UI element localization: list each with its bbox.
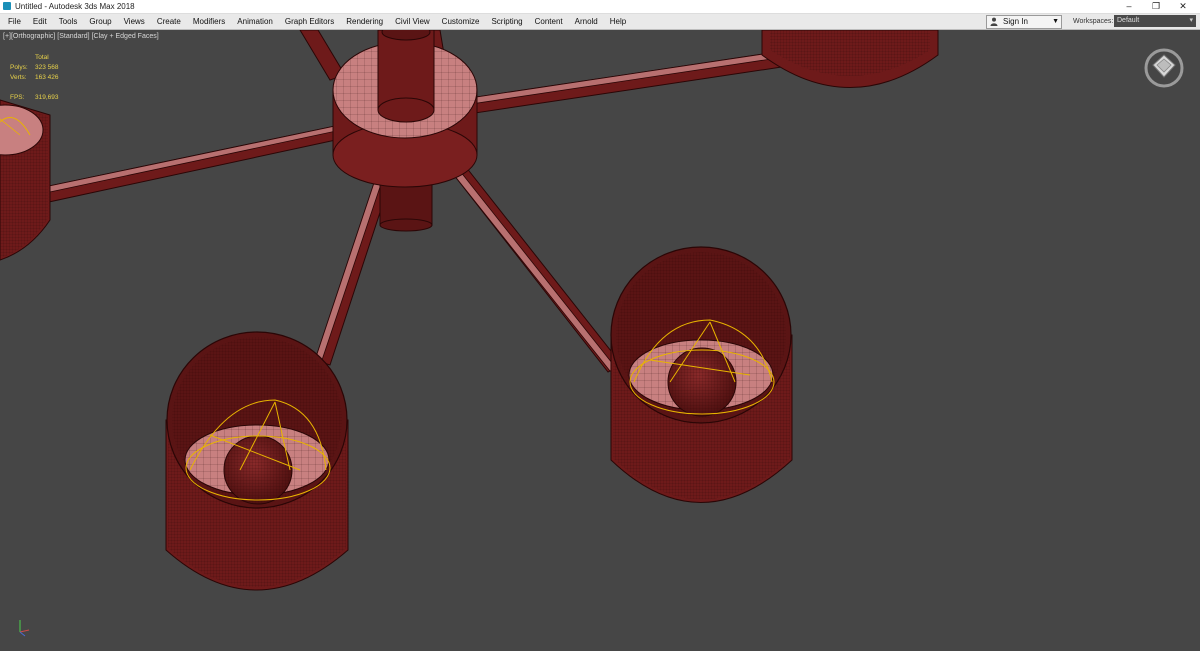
menu-item-file[interactable]: File	[2, 14, 27, 29]
menu-item-content[interactable]: Content	[529, 14, 569, 29]
lamp-shade-top-right[interactable]	[761, 30, 939, 88]
lamp-shade-bottom-right[interactable]	[610, 246, 793, 503]
menu-item-graph-editors[interactable]: Graph Editors	[279, 14, 340, 29]
stats-verts-value: 163 426	[35, 74, 59, 81]
axis-tripod-icon	[19, 620, 30, 637]
menu-item-modifiers[interactable]: Modifiers	[187, 14, 231, 29]
minimize-button[interactable]: –	[1116, 0, 1142, 13]
sign-in-label: Sign In	[1003, 17, 1028, 26]
menu-bar: File Edit Tools Group Views Create Modifiers An…	[0, 14, 1200, 30]
menu-item-customize[interactable]: Customize	[436, 14, 486, 29]
stats-verts-label: Verts:	[10, 74, 27, 81]
menu-item-scripting[interactable]: Scripting	[485, 14, 528, 29]
stats-fps-label: FPS:	[10, 94, 25, 101]
stats-polys-label: Polys:	[10, 64, 28, 71]
chandelier-hub[interactable]	[332, 30, 478, 232]
stats-fps-value: 319,693	[35, 94, 59, 101]
menu-item-arnold[interactable]: Arnold	[569, 14, 604, 29]
viewport-point-of-view[interactable]: [Orthographic]	[11, 33, 55, 40]
stats-polys-value: 323 568	[35, 64, 59, 71]
main-menu: File Edit Tools Group Views Create Modifiers An…	[2, 14, 632, 29]
restore-button[interactable]: ❐	[1143, 0, 1169, 13]
menu-item-help[interactable]: Help	[604, 14, 632, 29]
title-bar: Untitled - Autodesk 3ds Max 2018 – ❐ ✕	[0, 0, 1200, 14]
menu-item-create[interactable]: Create	[151, 14, 187, 29]
user-icon	[990, 17, 998, 26]
menu-item-views[interactable]: Views	[118, 14, 151, 29]
menu-item-tools[interactable]: Tools	[53, 14, 84, 29]
workspaces-label: Workspaces:	[1073, 18, 1114, 25]
workspace-value: Default	[1117, 17, 1140, 24]
lamp-shade-left[interactable]	[0, 99, 51, 261]
app-icon	[3, 2, 11, 10]
close-button[interactable]: ✕	[1170, 0, 1196, 13]
menu-item-civil-view[interactable]: Civil View	[389, 14, 436, 29]
menu-item-rendering[interactable]: Rendering	[340, 14, 389, 29]
sign-in-dropdown[interactable]: Sign In ▼	[986, 15, 1062, 29]
chevron-down-icon: ▾	[1189, 17, 1193, 24]
statistics-overlay: Total Polys: 323 568 Verts: 163 426 FPS: 31…	[10, 53, 59, 103]
viewport[interactable]: [+][Orthographic] [Standard] [Clay + Edg…	[0, 30, 1200, 651]
window-title: Untitled - Autodesk 3ds Max 2018	[15, 2, 135, 11]
stats-total-label: Total	[35, 54, 49, 61]
viewcube-icon[interactable]	[1143, 47, 1185, 89]
chevron-down-icon: ▼	[1052, 18, 1059, 25]
menu-item-animation[interactable]: Animation	[231, 14, 279, 29]
viewport-display-mode[interactable]: [Clay + Edged Faces]	[92, 33, 159, 40]
workspaces-select[interactable]: Default ▾	[1114, 15, 1196, 27]
viewport-label[interactable]: [+][Orthographic] [Standard] [Clay + Edg…	[3, 33, 159, 40]
menu-item-edit[interactable]: Edit	[27, 14, 53, 29]
scene-canvas[interactable]	[0, 30, 1200, 651]
viewport-shading-standard[interactable]: [Standard]	[57, 33, 89, 40]
lamp-shade-bottom-left[interactable]	[165, 331, 349, 591]
viewport-menu-plus[interactable]: [+]	[3, 33, 11, 40]
menu-item-group[interactable]: Group	[83, 14, 117, 29]
